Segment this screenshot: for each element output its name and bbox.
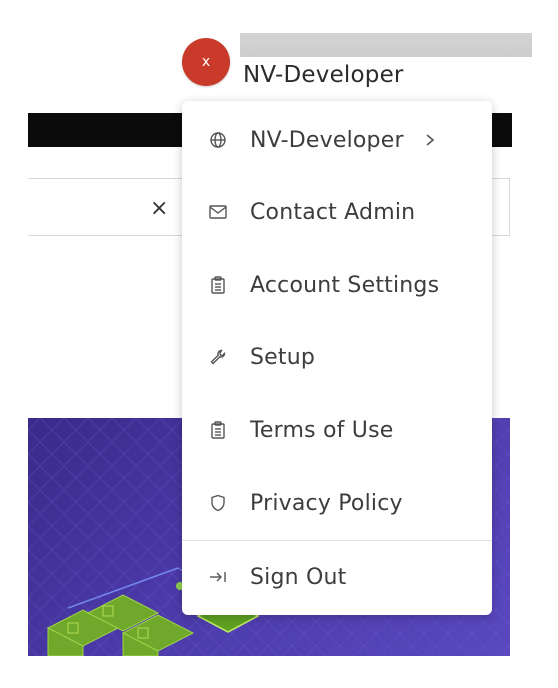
menu-item-setup[interactable]: Setup xyxy=(182,331,492,383)
sign-out-icon xyxy=(208,567,228,587)
menu-item-label: NV-Developer xyxy=(250,127,404,153)
account-menu: NV-Developer Contact Admin Account Setti… xyxy=(182,101,492,615)
globe-icon xyxy=(208,130,228,150)
menu-item-contact-admin[interactable]: Contact Admin xyxy=(182,186,492,238)
chevron-right-icon xyxy=(424,132,436,148)
clipboard-icon xyxy=(208,420,228,440)
clear-search-button[interactable]: × xyxy=(150,196,168,221)
menu-item-terms-of-use[interactable]: Terms of Use xyxy=(182,404,492,456)
wrench-icon xyxy=(208,347,228,367)
avatar[interactable]: x xyxy=(182,38,230,86)
menu-item-privacy-policy[interactable]: Privacy Policy xyxy=(182,477,492,529)
menu-item-label: Sign Out xyxy=(250,564,347,590)
menu-item-label: Terms of Use xyxy=(250,417,394,443)
mail-icon xyxy=(208,202,228,222)
menu-item-nv-developer[interactable]: NV-Developer xyxy=(182,114,492,166)
menu-item-label: Setup xyxy=(250,344,316,370)
shield-icon xyxy=(208,493,228,513)
clipboard-icon xyxy=(208,275,228,295)
menu-divider xyxy=(182,540,492,541)
menu-item-label: Account Settings xyxy=(250,272,440,298)
menu-item-sign-out[interactable]: Sign Out xyxy=(182,551,492,603)
redacted-user-name xyxy=(240,33,532,57)
menu-item-label: Contact Admin xyxy=(250,199,416,225)
menu-item-label: Privacy Policy xyxy=(250,490,403,516)
menu-item-account-settings[interactable]: Account Settings xyxy=(182,259,492,311)
avatar-initial: x xyxy=(201,54,211,70)
org-name: NV-Developer xyxy=(243,62,404,88)
